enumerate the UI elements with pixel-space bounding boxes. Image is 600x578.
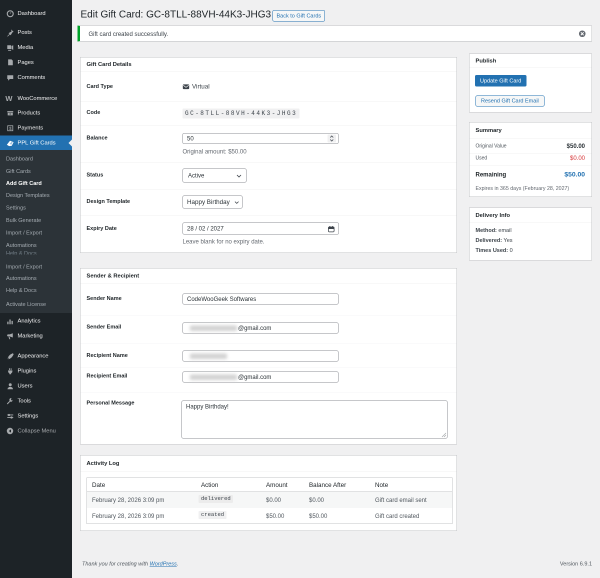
svg-text:W: W <box>5 95 13 103</box>
svg-text:$: $ <box>9 126 12 131</box>
